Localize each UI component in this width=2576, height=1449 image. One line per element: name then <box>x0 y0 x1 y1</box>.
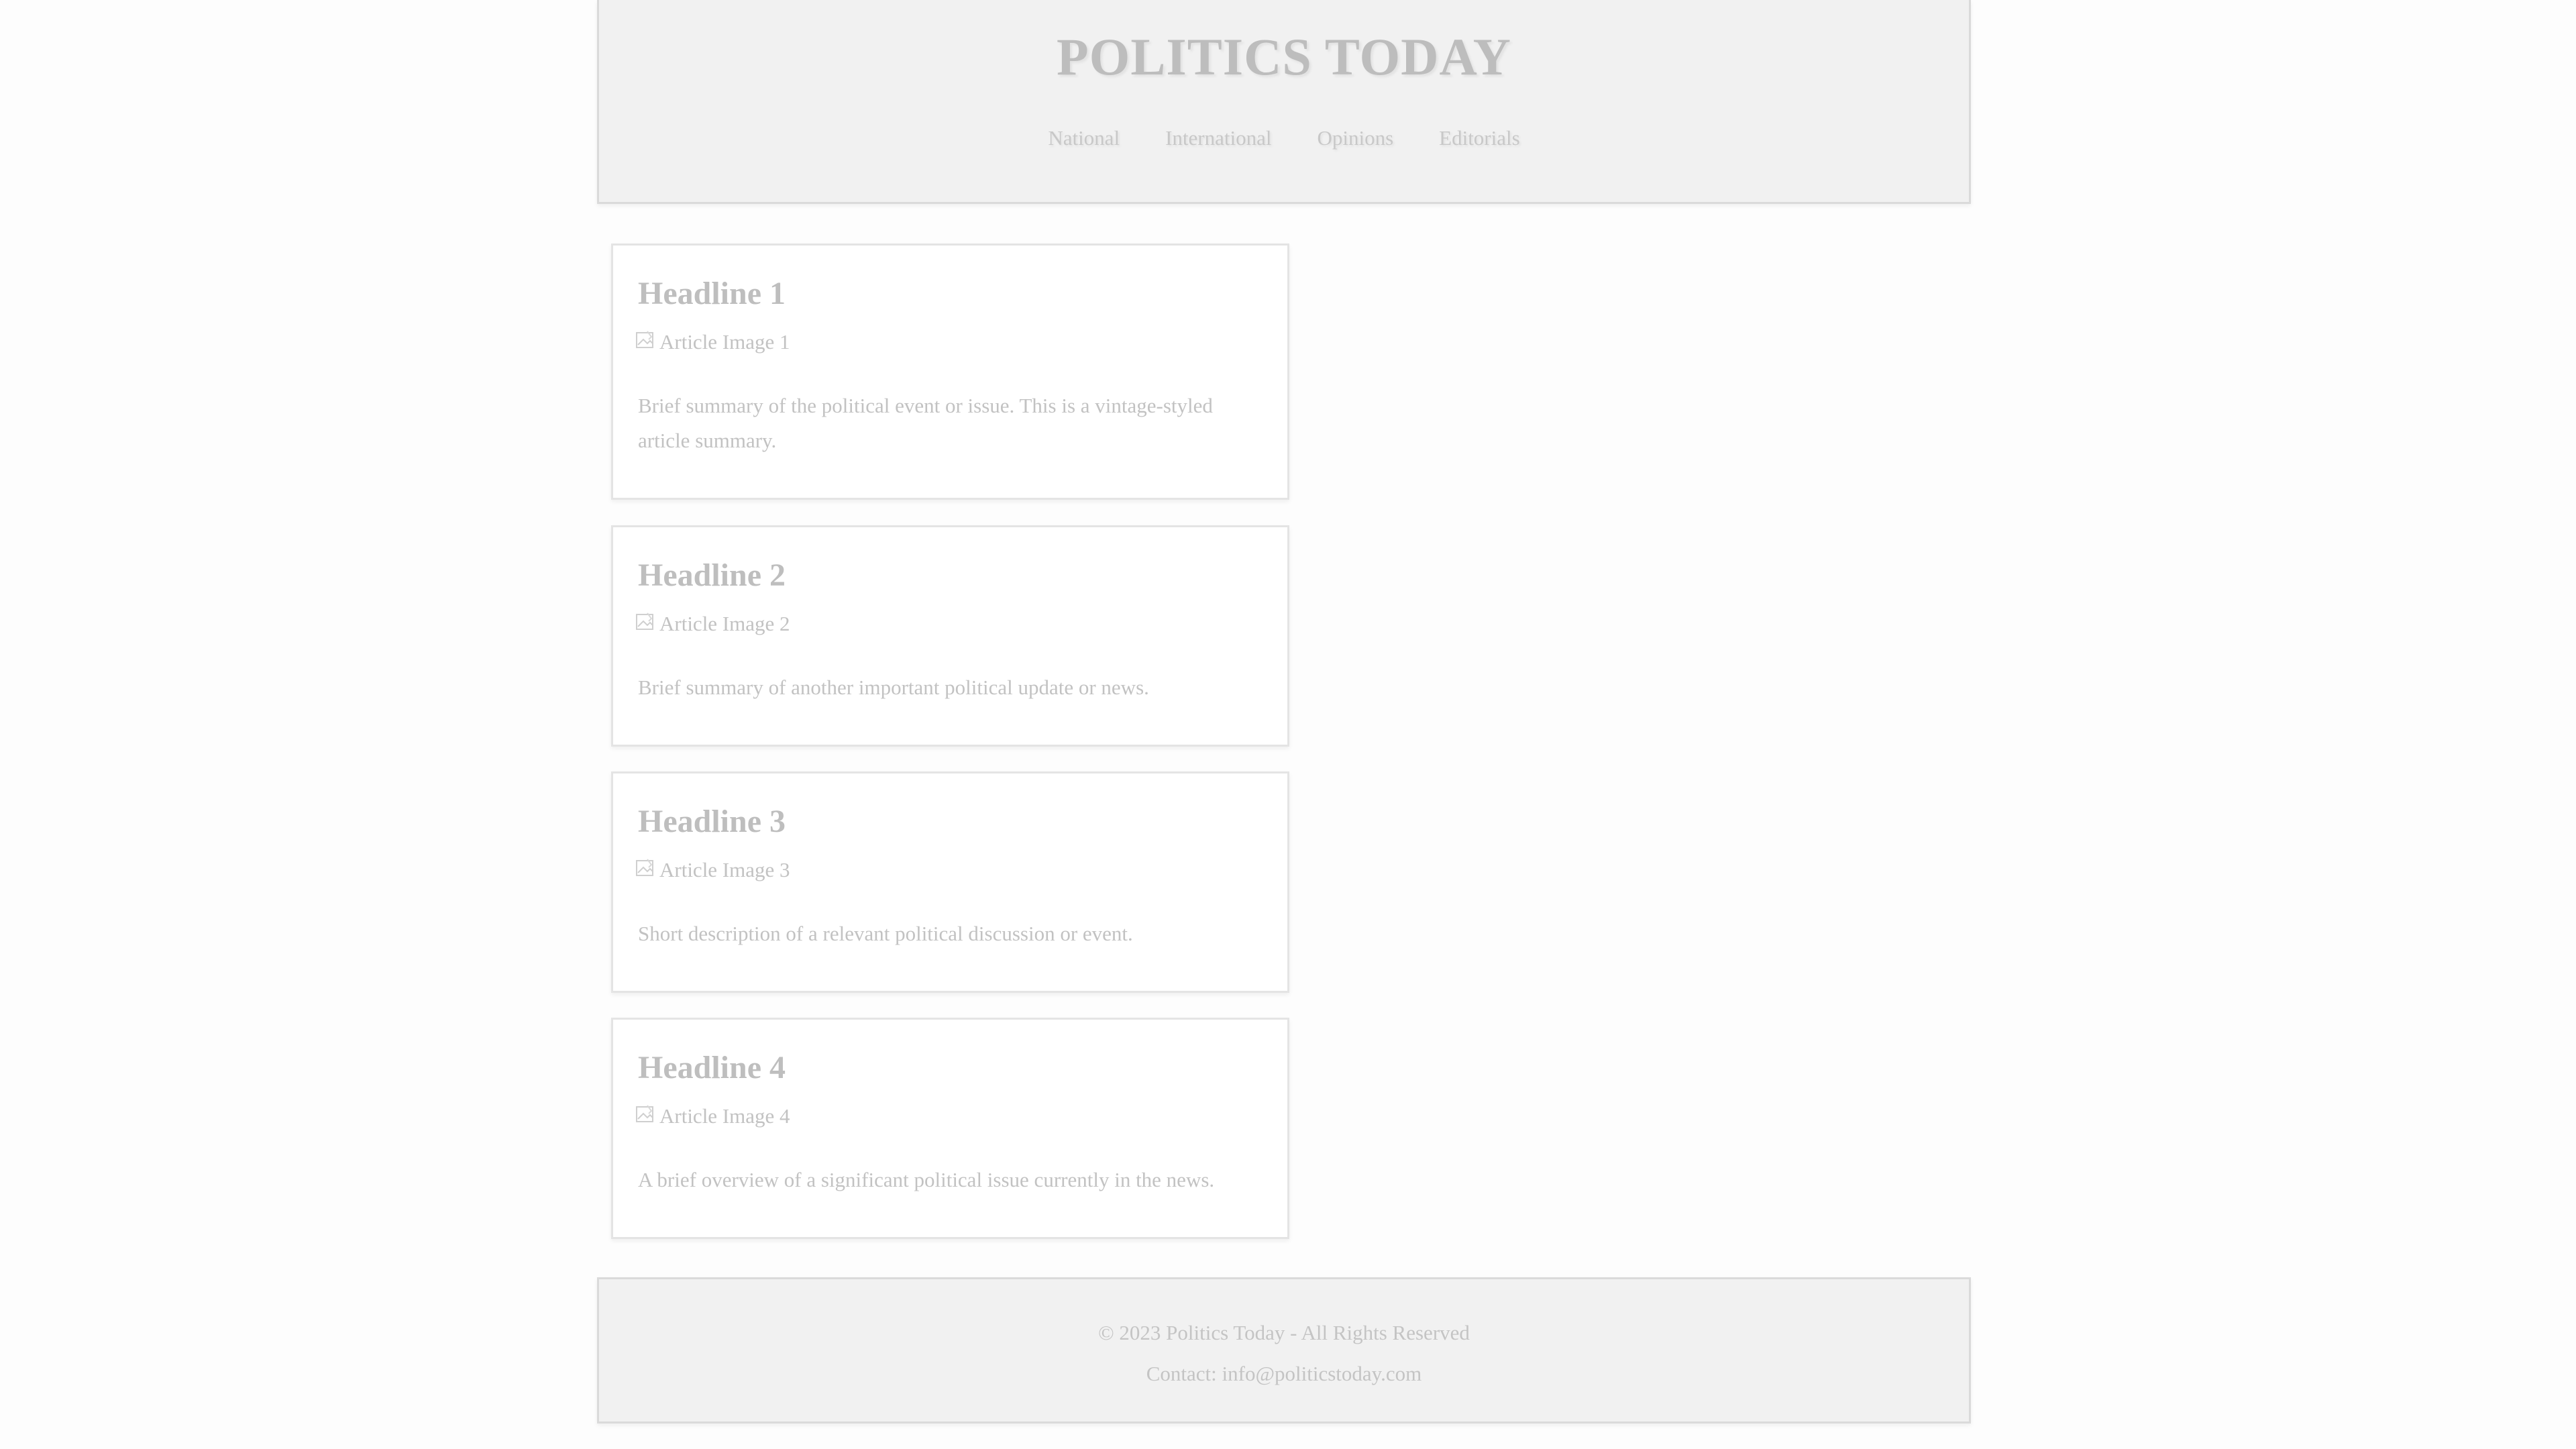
nav-link-national[interactable]: National <box>1048 126 1120 150</box>
article-card: Headline 4 Article Image 4 A brief overv… <box>611 1018 1289 1239</box>
article-headline[interactable]: Headline 4 <box>638 1052 786 1084</box>
article-image-alt-text: Article Image 4 <box>659 1104 790 1128</box>
footer-contact[interactable]: Contact: info@politicstoday.com <box>599 1362 1969 1386</box>
article-headline[interactable]: Headline 1 <box>638 278 786 310</box>
article-card: Headline 3 Article Image 3 Short descrip… <box>611 771 1289 993</box>
article-summary: Brief summary of another important polit… <box>638 676 1149 699</box>
site-header: POLITICS TODAY National International Op… <box>597 0 1971 204</box>
article-image-alt-text: Article Image 2 <box>659 612 790 635</box>
main-nav: National International Opinions Editoria… <box>599 126 1969 150</box>
site-footer: © 2023 Politics Today - All Rights Reser… <box>597 1277 1971 1424</box>
page: POLITICS TODAY National International Op… <box>0 0 2576 1449</box>
article-image: Article Image 3 <box>635 858 790 882</box>
article-summary: Brief summary of the political event or … <box>638 394 1213 452</box>
broken-image-icon <box>635 858 659 882</box>
nav-link-international[interactable]: International <box>1165 126 1271 150</box>
site-title: POLITICS TODAY <box>1057 28 1511 86</box>
article-summary: A brief overview of a significant politi… <box>638 1168 1215 1191</box>
article-image: Article Image 1 <box>635 330 790 354</box>
article-image: Article Image 2 <box>635 612 790 636</box>
article-headline[interactable]: Headline 3 <box>638 806 786 838</box>
article-image-alt-text: Article Image 3 <box>659 858 790 881</box>
footer-copyright: © 2023 Politics Today - All Rights Reser… <box>1098 1321 1470 1344</box>
broken-image-icon <box>635 612 659 636</box>
nav-link-editorials[interactable]: Editorials <box>1439 126 1520 150</box>
article-summary: Short description of a relevant politica… <box>638 922 1133 945</box>
article-card: Headline 2 Article Image 2 Brief summary… <box>611 525 1289 747</box>
nav-link-opinions[interactable]: Opinions <box>1317 126 1393 150</box>
article-image-alt-text: Article Image 1 <box>659 330 790 354</box>
article-headline[interactable]: Headline 2 <box>638 559 786 592</box>
article-image: Article Image 4 <box>635 1104 790 1128</box>
broken-image-icon <box>635 330 659 354</box>
broken-image-icon <box>635 1104 659 1128</box>
article-card: Headline 1 Article Image 1 Brief summary… <box>611 244 1289 500</box>
